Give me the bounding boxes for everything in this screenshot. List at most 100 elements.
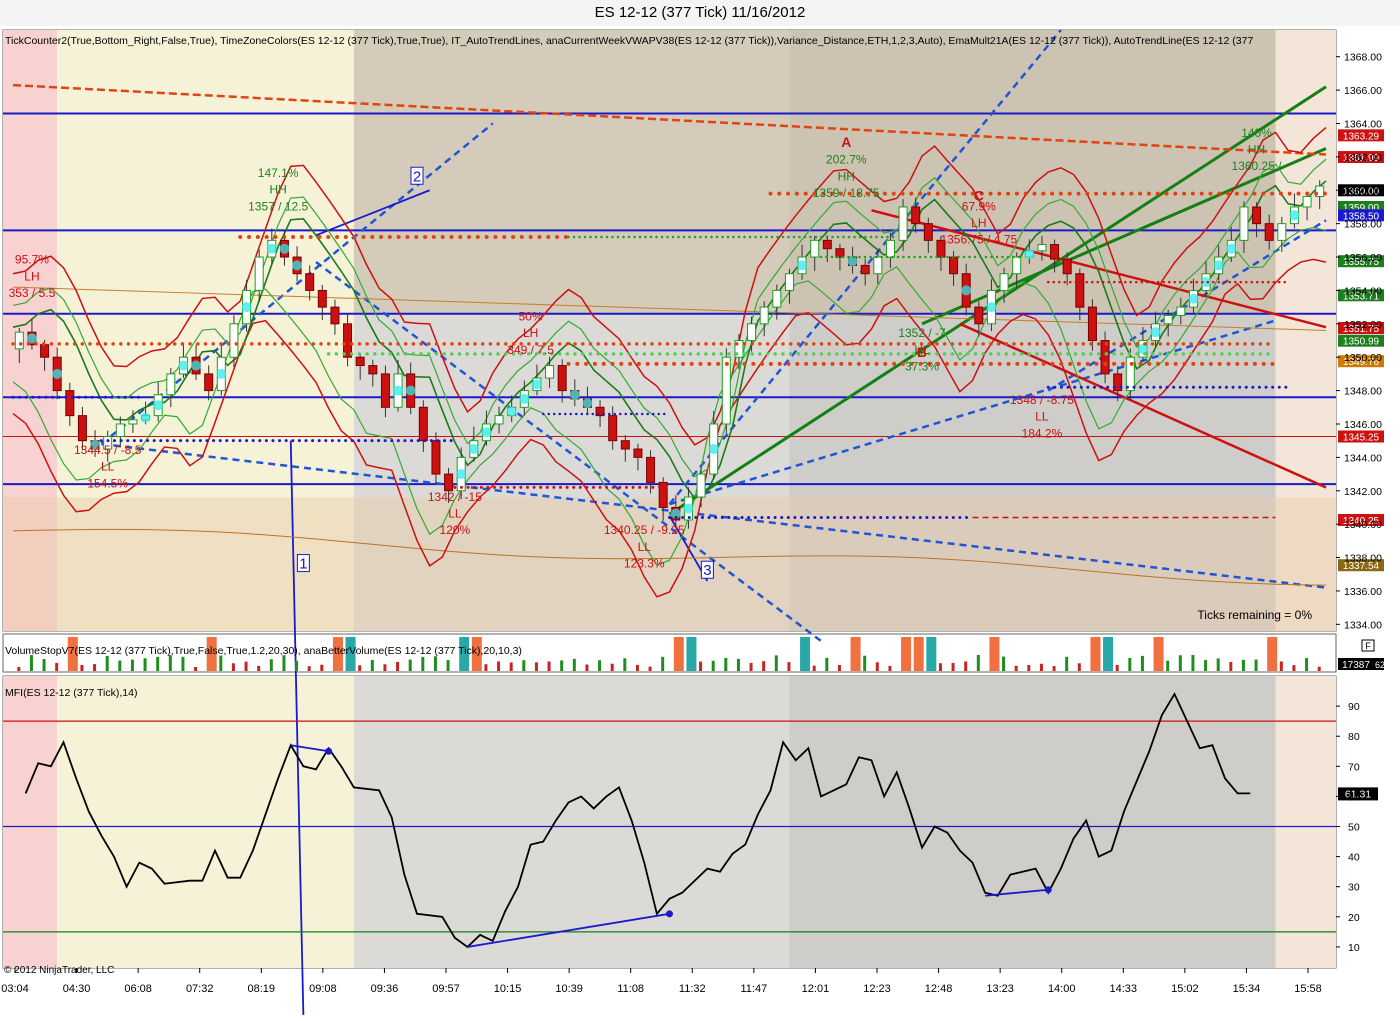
level-dot [264,439,268,443]
level-dot [583,235,587,239]
level-dot [944,361,949,366]
level-dot [1208,191,1213,196]
level-dot [804,352,808,356]
level-dot [642,352,647,356]
level-dot [1277,385,1281,389]
level-dot [558,485,562,489]
level-dot [196,342,200,346]
swing-annotation: 184.2% [1022,426,1063,440]
level-dot [997,191,1002,196]
level-dot [864,235,867,239]
candle-body [1037,244,1047,252]
level-dot [719,342,724,346]
mfi-arrow-head [325,747,333,755]
level-dot [896,352,901,356]
level-dot [126,342,131,346]
level-dot [742,361,747,366]
level-dot [288,342,292,346]
level-dot [450,342,454,346]
level-dot [117,395,121,399]
level-dot [51,395,55,399]
level-dot [1032,361,1037,366]
level-dot [681,515,685,519]
level-dot [780,515,784,519]
level-dot [773,352,777,356]
level-dot [800,515,803,519]
level-dot [835,352,839,356]
level-dot [1244,385,1248,389]
mfi-axis-label: 60 [1348,791,1360,803]
level-dot [1023,191,1028,196]
level-dot [631,485,635,489]
level-dot [913,255,916,259]
level-dot [1091,280,1094,284]
level-dot [1173,361,1178,366]
level-dot [152,439,156,443]
level-dot [1129,191,1134,196]
signal-dot [708,444,719,455]
level-dot [635,412,638,416]
volume-bar [17,667,21,671]
level-dot [996,352,1001,356]
level-dot [1066,385,1070,389]
level-dot [627,352,631,356]
level-dot [1129,280,1132,284]
level-dot [1305,191,1310,196]
level-dot [892,361,897,366]
level-dot [848,361,853,366]
level-dot [442,342,446,346]
level-dot [1135,352,1139,356]
level-dot [942,342,947,346]
level-dot [650,352,654,356]
swing-annotation: 95.7% [15,253,49,267]
level-dot [1059,361,1064,366]
level-dot [924,255,927,259]
level-dot [896,342,901,346]
signal-dot [266,243,277,254]
level-dot [198,439,202,443]
level-dot [1164,361,1169,366]
level-dot [165,439,169,443]
level-dot [1270,191,1275,196]
volume-bar [244,661,248,671]
level-dot [596,352,600,356]
level-dot [750,342,754,346]
price-axis-label: 1344.00 [1344,452,1382,464]
volume-bar [156,656,160,671]
level-dot [735,342,739,346]
signal-dot [1226,243,1237,254]
level-dot [688,352,693,356]
level-dot [18,342,23,346]
volume-bar [926,637,937,671]
level-dot [677,235,680,239]
signal-dot [683,503,694,514]
level-dot [781,235,785,239]
volume-bar [837,664,841,671]
level-dot [1073,342,1078,346]
volume-bar [623,658,627,671]
time-axis-label: 15:34 [1233,983,1261,995]
level-dot [317,235,322,240]
level-dot [457,342,462,346]
level-dot [180,342,185,346]
volume-bar [635,664,639,671]
signal-dot [569,389,580,400]
level-dot [704,342,708,346]
candle-body [305,273,315,291]
level-dot [492,485,496,489]
level-dot [1196,352,1201,356]
level-dot [1244,361,1249,366]
level-dot [572,485,576,489]
level-dot [743,235,746,239]
level-dot [881,342,885,346]
level-dot [1217,361,1222,366]
level-dot [696,342,701,346]
level-dot [1218,385,1222,389]
swing-annotation: 202.7% [826,153,867,167]
level-dot [605,235,609,239]
chart-canvas[interactable]: 95.7% LH 353 / 5.5 1344.5 / -8.5 LL 154.5% 147… [0,26,1400,1021]
level-dot [496,342,500,346]
level-dot [645,361,650,366]
level-dot [159,439,163,443]
level-dot [1080,280,1083,284]
